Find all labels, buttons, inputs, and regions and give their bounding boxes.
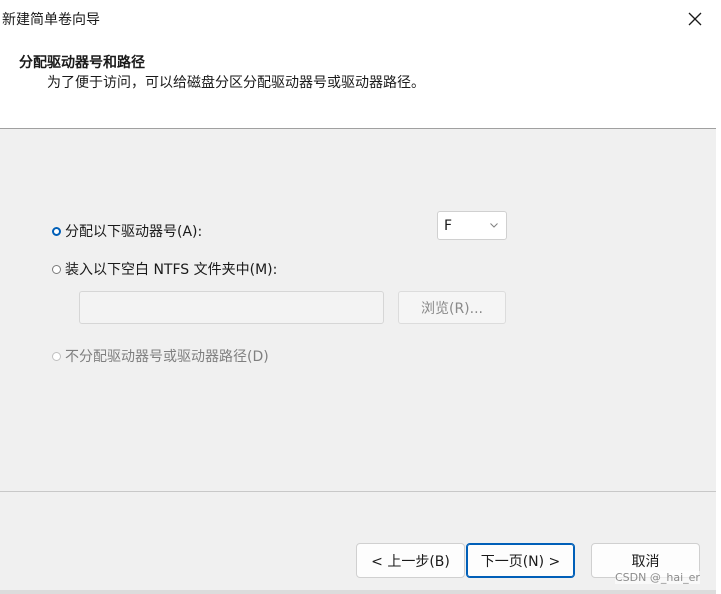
window-title: 新建简单卷向导 xyxy=(2,12,100,28)
mount-folder-label: 装入以下空白 NTFS 文件夹中(M): xyxy=(65,262,278,278)
wizard-window: 新建简单卷向导 分配驱动器号和路径 为了便于访问，可以给磁盘分区分配驱动器号或驱… xyxy=(0,0,721,594)
no-assign-label: 不分配驱动器号或驱动器路径(D) xyxy=(65,349,269,365)
mount-folder-option[interactable]: 装入以下空白 NTFS 文件夹中(M): xyxy=(52,259,277,279)
assign-letter-option[interactable]: 分配以下驱动器号(A): xyxy=(52,221,202,241)
no-assign-option[interactable]: 不分配驱动器号或驱动器路径(D) xyxy=(52,346,269,366)
watermark: CSDN @_hai_er xyxy=(615,571,700,584)
drive-letter-dropdown[interactable]: F xyxy=(437,211,507,240)
folder-path-input[interactable] xyxy=(79,291,384,324)
window-edge xyxy=(716,38,721,594)
browse-button[interactable]: 浏览(R)... xyxy=(398,291,506,324)
no-assign-radio[interactable] xyxy=(52,351,61,361)
back-button[interactable]: < 上一步(B) xyxy=(356,543,465,578)
next-button[interactable]: 下一页(N) > xyxy=(466,543,575,578)
header-divider xyxy=(0,128,716,129)
assign-letter-label: 分配以下驱动器号(A): xyxy=(65,224,203,240)
mount-folder-radio[interactable] xyxy=(52,264,61,274)
chevron-down-icon xyxy=(490,221,498,231)
assign-letter-radio[interactable] xyxy=(52,226,61,236)
page-title: 分配驱动器号和路径 xyxy=(19,55,145,71)
close-button[interactable] xyxy=(672,2,718,36)
page-subtitle: 为了便于访问，可以给磁盘分区分配驱动器号或驱动器路径。 xyxy=(47,75,425,91)
title-bar: 新建简单卷向导 xyxy=(0,0,721,38)
taskbar-edge xyxy=(0,590,716,594)
footer-divider xyxy=(0,491,716,492)
wizard-header: 分配驱动器号和路径 为了便于访问，可以给磁盘分区分配驱动器号或驱动器路径。 xyxy=(0,38,716,128)
close-icon xyxy=(688,12,702,26)
drive-letter-value: F xyxy=(444,217,453,234)
